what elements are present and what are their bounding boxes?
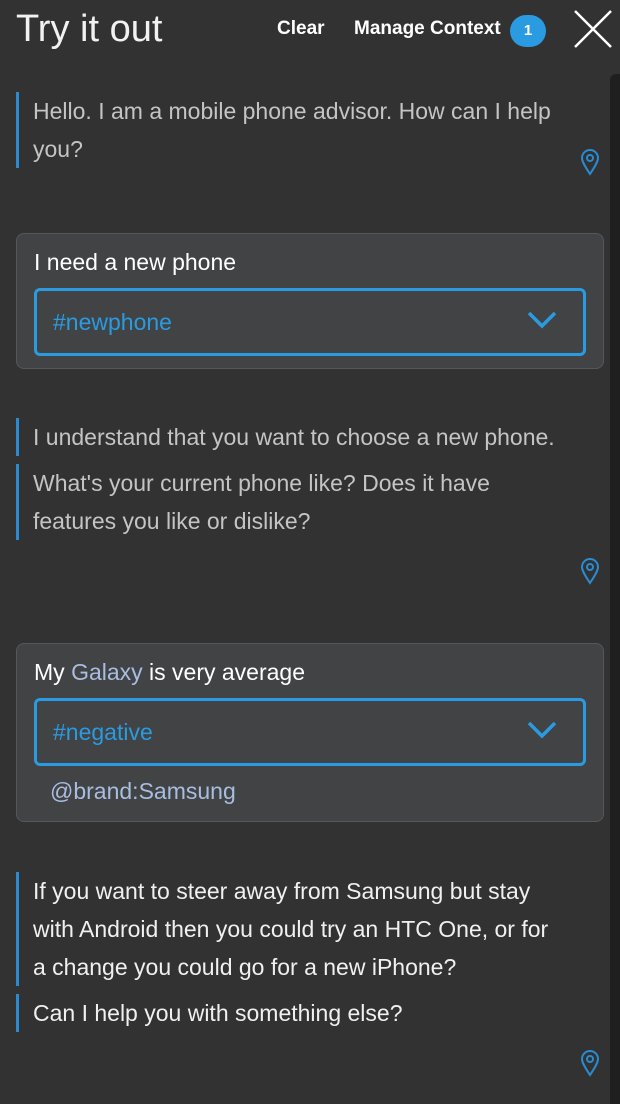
- entity-highlight[interactable]: Galaxy: [71, 659, 143, 685]
- location-pin-icon[interactable]: [580, 148, 600, 176]
- page-title: Try it out: [16, 8, 163, 50]
- user-message-card: My Galaxy is very average #negative @bra…: [16, 643, 604, 822]
- user-utterance: My Galaxy is very average: [34, 656, 586, 688]
- utterance-text: My: [34, 659, 72, 685]
- user-message-card: I need a new phone #newphone: [16, 233, 604, 369]
- context-count-badge[interactable]: 1: [510, 15, 546, 47]
- chevron-down-icon: [527, 721, 557, 739]
- bot-message-line: I understand that you want to choose a n…: [16, 418, 556, 456]
- intent-dropdown[interactable]: #negative: [34, 698, 586, 766]
- scrollbar[interactable]: [610, 74, 620, 1104]
- bot-message-line: What's your current phone like? Does it …: [16, 464, 556, 540]
- intent-value: #negative: [53, 719, 153, 745]
- intent-dropdown[interactable]: #newphone: [34, 288, 586, 356]
- bot-message: Hello. I am a mobile phone advisor. How …: [16, 92, 556, 176]
- bot-message: If you want to steer away from Samsung b…: [16, 872, 556, 1040]
- clear-button[interactable]: Clear: [277, 18, 325, 40]
- entity-tag[interactable]: @brand:Samsung: [34, 766, 586, 809]
- chevron-down-icon: [527, 311, 557, 329]
- user-utterance: I need a new phone: [34, 249, 237, 275]
- location-pin-icon[interactable]: [580, 557, 600, 585]
- close-icon[interactable]: [572, 8, 614, 50]
- manage-context-button[interactable]: Manage Context: [354, 18, 501, 40]
- bot-message-line: If you want to steer away from Samsung b…: [16, 872, 556, 986]
- utterance-text: is very average: [142, 659, 306, 685]
- intent-value: #newphone: [53, 309, 172, 335]
- location-pin-icon[interactable]: [580, 1049, 600, 1077]
- bot-message: I understand that you want to choose a n…: [16, 418, 556, 548]
- bot-message-line: Can I help you with something else?: [16, 994, 556, 1032]
- bot-message-line: Hello. I am a mobile phone advisor. How …: [16, 92, 556, 168]
